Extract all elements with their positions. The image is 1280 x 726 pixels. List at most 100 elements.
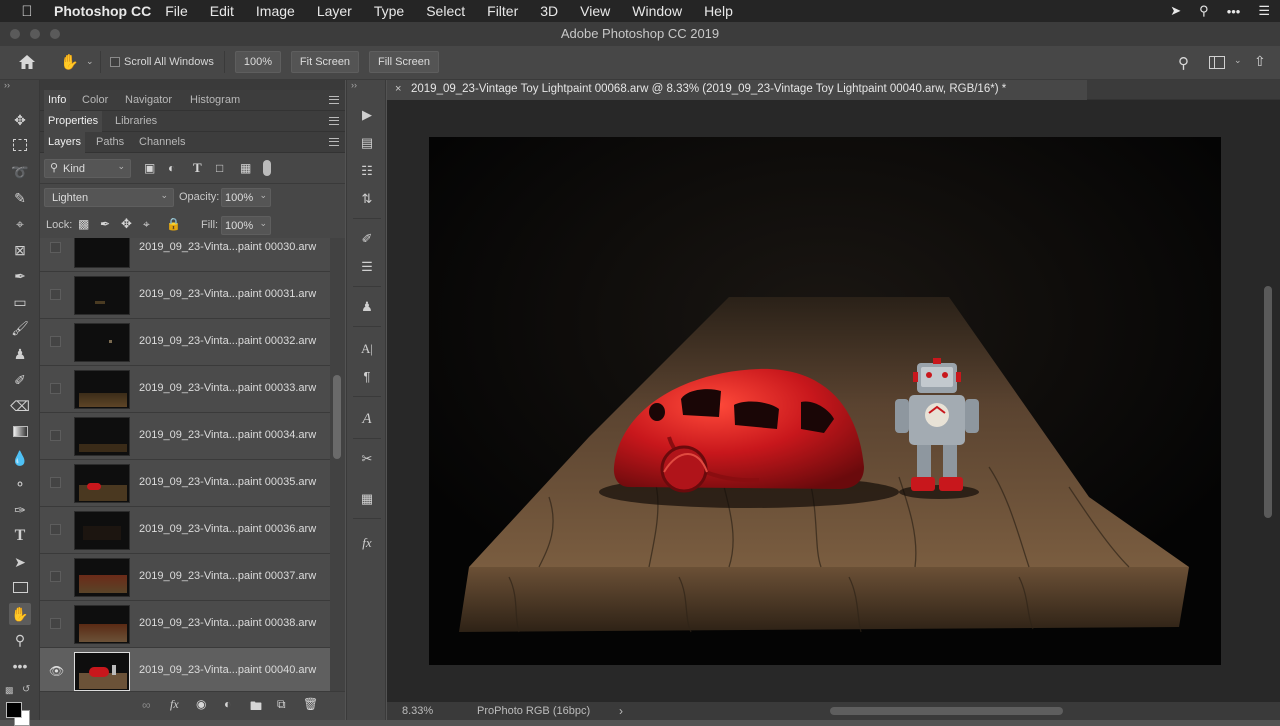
chevron-down-icon[interactable]: ⌄ xyxy=(1234,55,1242,66)
lock-all-icon[interactable]: 🔒 xyxy=(166,217,181,231)
layer-row[interactable]: 2019_09_23-Vinta...paint 00032.arw xyxy=(40,319,330,366)
eraser-tool-icon[interactable]: ⌫ xyxy=(9,395,31,417)
lasso-tool-icon[interactable]: ➰ xyxy=(9,161,31,183)
panel-menu-icon[interactable] xyxy=(329,138,339,146)
tool-presets-icon[interactable]: ✂ xyxy=(356,448,378,470)
menu-image[interactable]: Image xyxy=(256,3,295,19)
apple-icon[interactable]:  xyxy=(0,3,54,20)
fill-screen-button[interactable]: Fill Screen xyxy=(369,51,439,73)
color-profile-info[interactable]: ProPhoto RGB (16bpc) xyxy=(477,705,590,717)
glyphs-icon[interactable]: A xyxy=(356,408,378,430)
layer-visibility-toggle[interactable] xyxy=(50,289,61,300)
swatches-grid-icon[interactable]: ▦ xyxy=(356,488,378,510)
tab-histogram[interactable]: Histogram xyxy=(190,90,240,111)
layer-visibility-toggle[interactable] xyxy=(50,618,61,629)
clone-source-icon[interactable]: ♟ xyxy=(356,296,378,318)
character-icon[interactable]: A| xyxy=(356,338,378,360)
type-tool-icon[interactable]: T xyxy=(9,525,31,547)
move-tool-icon[interactable]: ✥ xyxy=(9,109,31,131)
layer-visibility-toggle[interactable] xyxy=(50,430,61,441)
spotlight-search-icon[interactable]: ⚲ xyxy=(1199,3,1209,19)
location-arrow-icon[interactable]: ➤ xyxy=(1170,3,1181,19)
menu-layer[interactable]: Layer xyxy=(317,3,352,19)
home-icon[interactable] xyxy=(18,54,38,72)
lock-image-pixels-icon[interactable]: ✒ xyxy=(100,217,110,231)
zoom-level[interactable]: 8.33% xyxy=(402,705,433,717)
marquee-tool-icon[interactable] xyxy=(9,135,31,157)
layer-visibility-toggle[interactable] xyxy=(50,336,61,347)
menu-view[interactable]: View xyxy=(580,3,610,19)
layer-style-fx-icon[interactable]: fx xyxy=(170,697,179,712)
canvas-vertical-scrollbar-thumb[interactable] xyxy=(1264,286,1272,518)
new-group-folder-icon[interactable]: 🖿 xyxy=(250,697,262,718)
swap-colors-icon[interactable]: ↺ xyxy=(22,684,30,695)
close-window-button[interactable] xyxy=(10,29,20,39)
brush-tool-icon[interactable]: 🖌 xyxy=(9,317,31,339)
more-dots-icon[interactable]: ••• xyxy=(1227,4,1241,19)
hand-tool-preset-icon[interactable]: ✋ xyxy=(60,53,82,73)
dodge-tool-icon[interactable]: ⚬ xyxy=(9,473,31,495)
zoom-window-button[interactable] xyxy=(50,29,60,39)
actions-play-icon[interactable]: ▶ xyxy=(356,104,378,126)
styles-fx-icon[interactable]: fx xyxy=(356,532,378,554)
layer-row[interactable]: 2019_09_23-Vinta...paint 00036.arw xyxy=(40,507,330,554)
tab-layers[interactable]: Layers xyxy=(44,132,86,153)
layer-row-selected[interactable]: 👁 2019_09_23-Vinta...paint 00040.arw xyxy=(40,648,330,691)
blur-tool-icon[interactable]: 💧 xyxy=(9,447,31,469)
scroll-all-windows-checkbox[interactable] xyxy=(110,57,120,67)
menu-window[interactable]: Window xyxy=(632,3,682,19)
lock-transparent-pixels-icon[interactable]: ▩ xyxy=(78,217,89,231)
app-menu[interactable]: Photoshop CC xyxy=(54,3,151,19)
history-brush-tool-icon[interactable]: ✐ xyxy=(9,369,31,391)
layer-visibility-toggle[interactable] xyxy=(50,571,61,582)
chevron-right-icon[interactable]: › xyxy=(619,704,623,718)
more-tools-icon[interactable]: ••• xyxy=(9,655,31,677)
layer-row[interactable]: 2019_09_23-Vinta...paint 00037.arw xyxy=(40,554,330,601)
menu-type[interactable]: Type xyxy=(374,3,404,19)
filter-adjustment-icon[interactable]: ◐ xyxy=(168,161,175,175)
menu-help[interactable]: Help xyxy=(704,3,733,19)
layer-visibility-toggle[interactable] xyxy=(50,477,61,488)
layer-visibility-toggle[interactable] xyxy=(50,524,61,535)
document-tab[interactable]: × 2019_09_23-Vintage Toy Lightpaint 0006… xyxy=(387,80,1087,100)
tab-color[interactable]: Color xyxy=(82,90,108,111)
fill-field[interactable]: 100% ⌄ xyxy=(221,216,271,235)
layer-row[interactable]: 2019_09_23-Vinta...paint 00031.arw xyxy=(40,272,330,319)
notification-list-icon[interactable]: ☰ xyxy=(1258,3,1270,19)
eye-icon[interactable]: 👁 xyxy=(49,664,64,678)
notes-icon[interactable]: ☷ xyxy=(356,160,378,182)
hand-tool-icon[interactable]: ✋ xyxy=(9,603,31,625)
filter-toggle-switch[interactable] xyxy=(263,160,271,176)
layer-visibility-toggle[interactable] xyxy=(50,242,61,253)
layer-row[interactable]: 2019_09_23-Vinta...paint 00033.arw xyxy=(40,366,330,413)
layer-row[interactable]: 2019_09_23-Vinta...paint 00038.arw xyxy=(40,601,330,648)
menu-3d[interactable]: 3D xyxy=(540,3,558,19)
eyedropper-tool-icon[interactable]: ✒ xyxy=(9,265,31,287)
clone-stamp-tool-icon[interactable]: ♟ xyxy=(9,343,31,365)
tab-properties[interactable]: Properties xyxy=(44,111,103,132)
panel-menu-icon[interactable] xyxy=(329,96,339,104)
document-image[interactable] xyxy=(429,137,1221,665)
zoom-tool-icon[interactable]: ⚲ xyxy=(9,629,31,651)
layer-comps-icon[interactable]: ⇅ xyxy=(356,188,378,210)
layer-row[interactable]: 2019_09_23-Vinta...paint 00034.arw xyxy=(40,413,330,460)
layer-filter-kind-select[interactable]: ⚲ Kind ⌄ xyxy=(44,159,131,178)
path-selection-tool-icon[interactable]: ➤ xyxy=(9,551,31,573)
collapse-arrows-icon[interactable]: ›› xyxy=(351,80,357,90)
pen-tool-icon[interactable]: ✑ xyxy=(9,499,31,521)
new-layer-icon[interactable]: ⧉ xyxy=(277,697,286,712)
filter-shape-icon[interactable]: □ xyxy=(216,161,223,175)
adjustments-sliders-icon[interactable]: ☰ xyxy=(356,256,378,278)
add-mask-icon[interactable]: ◉ xyxy=(196,697,206,711)
filter-smart-object-icon[interactable]: ▦ xyxy=(240,161,251,175)
filter-pixel-icon[interactable]: ▣ xyxy=(144,161,155,175)
menu-file[interactable]: File xyxy=(165,3,188,19)
menu-edit[interactable]: Edit xyxy=(210,3,234,19)
brushes-icon[interactable]: ✐ xyxy=(356,228,378,250)
tab-navigator[interactable]: Navigator xyxy=(125,90,172,111)
layer-visibility-toggle[interactable] xyxy=(50,383,61,394)
foreground-color-swatch[interactable] xyxy=(6,702,22,718)
history-icon[interactable]: ▤ xyxy=(356,132,378,154)
filter-type-icon[interactable]: T xyxy=(193,160,202,176)
delete-layer-trash-icon[interactable]: 🗑 xyxy=(303,697,318,711)
